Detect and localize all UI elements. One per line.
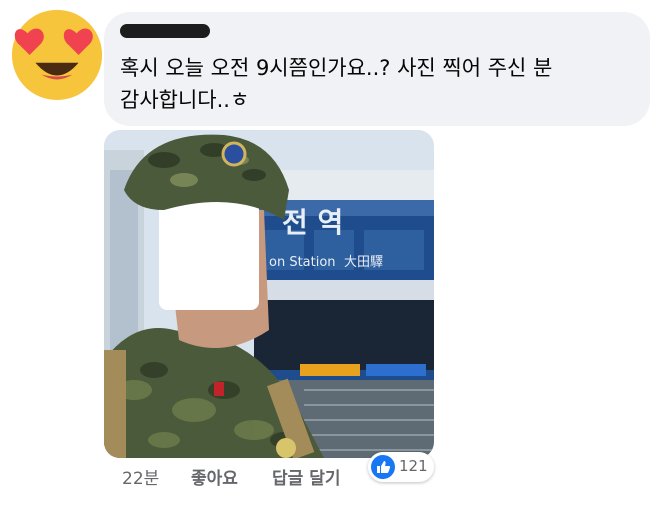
heart-eyes-emoji-icon[interactable] bbox=[8, 4, 106, 102]
reply-button[interactable]: 답글 달기 bbox=[272, 464, 340, 489]
station-sign-chinese: 大田驛 bbox=[344, 255, 383, 270]
comment-text: 혹시 오늘 오전 9시쯤인가요..? 사진 찍어 주신 분 감사합니다..ㅎ bbox=[120, 56, 553, 112]
station-selfie-photo: 전 역 on Station 大田驛 bbox=[104, 130, 434, 458]
reaction-count: 121 bbox=[399, 457, 428, 475]
thumbs-up-icon bbox=[371, 455, 395, 479]
station-sign-korean: 전 역 bbox=[282, 206, 343, 239]
author-name-redacted[interactable] bbox=[120, 24, 210, 38]
comment-photo[interactable]: 전 역 on Station 大田驛 bbox=[104, 130, 434, 458]
reaction-summary[interactable]: 121 bbox=[368, 452, 434, 482]
station-sign-english: on Station bbox=[269, 255, 336, 270]
comment-actions: 22분 좋아요 답글 달기 bbox=[0, 462, 652, 492]
comment-time[interactable]: 22분 bbox=[122, 464, 159, 489]
comment-bubble: 혹시 오늘 오전 9시쯤인가요..? 사진 찍어 주신 분 감사합니다..ㅎ bbox=[104, 12, 650, 126]
like-button[interactable]: 좋아요 bbox=[191, 464, 238, 489]
